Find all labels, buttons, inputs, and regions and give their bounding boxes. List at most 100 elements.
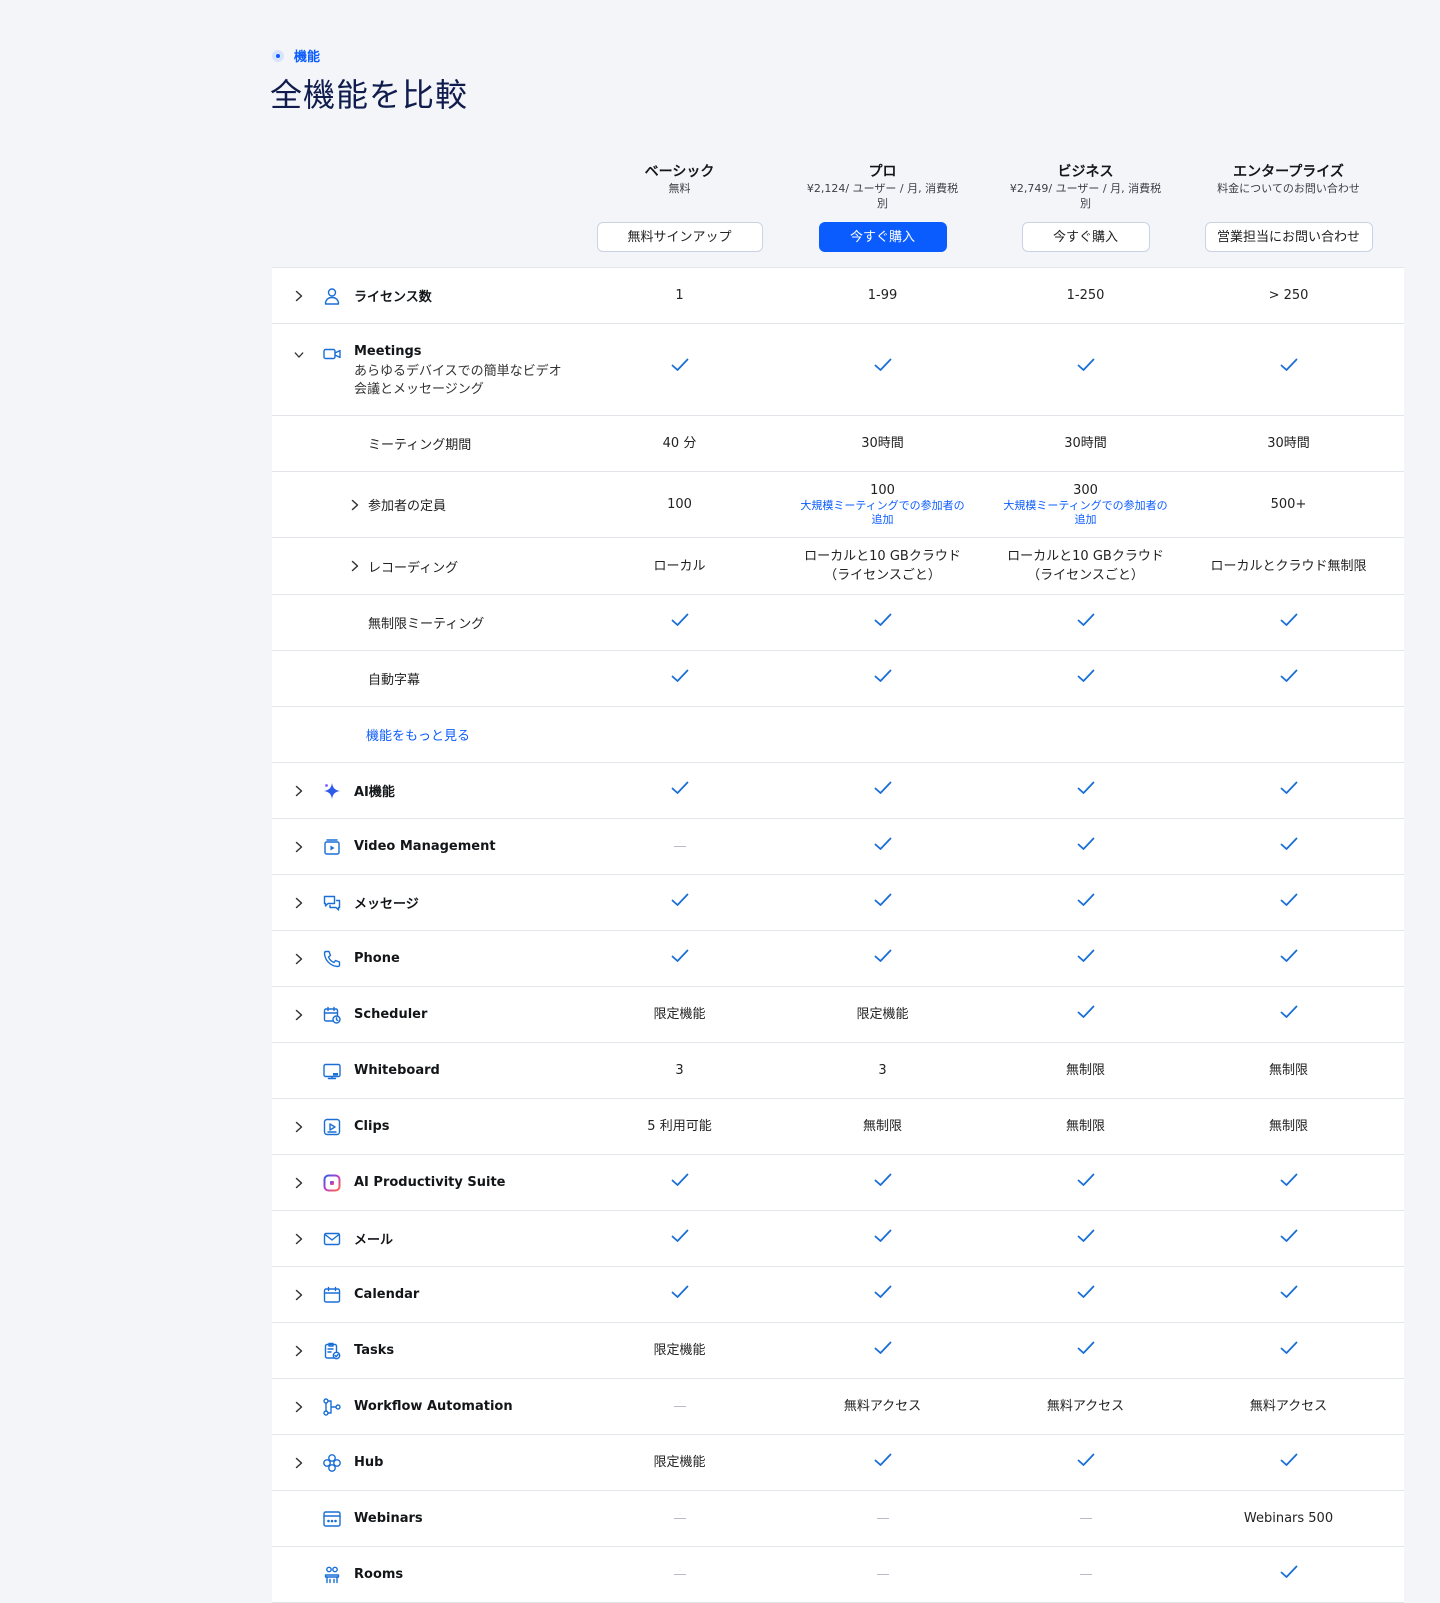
workflow-icon — [322, 1397, 342, 1417]
signup-free-button[interactable]: 無料サインアップ — [596, 222, 763, 252]
cell-value: 限定機能 — [856, 1007, 909, 1022]
chevron-right-icon[interactable] — [294, 1233, 304, 1244]
chevron-right-icon[interactable] — [294, 841, 304, 852]
section-eyebrow: 機能 — [272, 46, 320, 65]
check-icon — [781, 613, 984, 632]
check-icon — [984, 358, 1187, 377]
plan-name: ビジネス — [1057, 164, 1114, 180]
check-icon — [781, 893, 984, 912]
feature-label: AI Productivity Suite — [354, 1175, 506, 1190]
row-hub[interactable]: Hub 限定機能 — [272, 1435, 1404, 1491]
row-participants[interactable]: 参加者の定員 100 100 大規模ミーティングでの参加者の追加 300 大規模ミーティン… — [272, 472, 1404, 538]
cell-number: 300 — [1073, 483, 1098, 498]
row-video-management[interactable]: Video Management — [272, 819, 1404, 875]
check-icon — [781, 1173, 984, 1192]
plan-name: プロ — [868, 164, 897, 180]
row-calendar[interactable]: Calendar — [272, 1267, 1404, 1323]
row-recording[interactable]: レコーディング ローカル ローカルと10 GBクラウド（ライセンスごと） ローカルと1… — [272, 538, 1404, 595]
feature-label: Workflow Automation — [354, 1399, 513, 1414]
cell-value: 無料アクセス — [843, 1399, 922, 1414]
row-ai[interactable]: AI機能 — [272, 763, 1404, 819]
chevron-right-icon[interactable] — [294, 953, 304, 964]
plan-price: 無料 — [668, 182, 691, 195]
check-icon — [578, 1285, 781, 1304]
check-icon — [781, 1229, 984, 1248]
feature-label: メール — [354, 1233, 394, 1248]
check-icon — [781, 358, 984, 377]
row-whiteboard: Whiteboard 3 3 無制限 無制限 — [272, 1043, 1404, 1099]
tasks-icon — [322, 1341, 342, 1361]
check-icon — [1187, 613, 1390, 632]
row-tasks[interactable]: Tasks 限定機能 — [272, 1323, 1404, 1379]
row-scheduler[interactable]: Scheduler 限定機能 限定機能 — [272, 987, 1404, 1043]
cell-value: 1-99 — [867, 288, 898, 303]
chevron-right-icon[interactable] — [294, 785, 304, 796]
chevron-right-icon[interactable] — [294, 897, 304, 908]
scheduler-icon — [322, 1005, 342, 1025]
check-icon — [781, 781, 984, 800]
row-phone[interactable]: Phone — [272, 931, 1404, 987]
check-icon — [1187, 837, 1390, 856]
row-ai-productivity-suite[interactable]: AI Productivity Suite — [272, 1155, 1404, 1211]
sub-feature-label: 自動字幕 — [368, 673, 421, 688]
chevron-down-icon[interactable] — [294, 350, 304, 360]
cell-value: 3 — [878, 1063, 887, 1078]
cell-value: 無制限 — [1065, 1063, 1105, 1078]
check-icon — [1187, 1229, 1390, 1248]
check-icon — [1187, 1005, 1390, 1024]
chevron-right-icon[interactable] — [350, 560, 360, 572]
sub-feature-label: ミーティング期間 — [368, 438, 472, 453]
cell-value: 1 — [675, 288, 684, 303]
not-included-dash — [578, 838, 781, 855]
chevron-right-icon[interactable] — [294, 290, 304, 301]
row-clips[interactable]: Clips 5 利用可能 無制限 無制限 無制限 — [272, 1099, 1404, 1155]
addon-participants-link[interactable]: 大規模ミーティングでの参加者の追加 — [781, 499, 984, 527]
feature-label: Whiteboard — [354, 1063, 440, 1078]
not-included-dash — [578, 1566, 781, 1583]
buy-business-button[interactable]: 今すぐ購入 — [1021, 222, 1150, 252]
row-mail[interactable]: メール — [272, 1211, 1404, 1267]
check-icon — [578, 613, 781, 632]
chevron-right-icon[interactable] — [294, 1401, 304, 1412]
feature-label: Hub — [354, 1455, 384, 1470]
row-see-more: 機能をもっと見る — [272, 707, 1404, 763]
check-icon — [781, 1453, 984, 1472]
contact-sales-button[interactable]: 営業担当にお問い合わせ — [1204, 222, 1373, 252]
row-workflow-automation[interactable]: Workflow Automation 無料アクセス 無料アクセス 無料アクセス — [272, 1379, 1404, 1435]
feature-title: Meetings — [354, 344, 422, 359]
plan-price: ¥2,124/ ユーザー / 月, 消費税別 — [806, 182, 959, 210]
row-webinars: Webinars Webinars 500 — [272, 1491, 1404, 1547]
row-licenses[interactable]: ライセンス数 1 1-99 1-250 > 250 — [272, 268, 1404, 324]
cell-value: ローカルとクラウド無制限 — [1210, 558, 1367, 574]
cell-value: 500+ — [1270, 497, 1307, 512]
not-included-dash — [781, 1566, 984, 1583]
ai-suite-icon — [322, 1173, 342, 1193]
addon-participants-link[interactable]: 大規模ミーティングでの参加者の追加 — [984, 499, 1187, 527]
cell-value: 限定機能 — [653, 1343, 706, 1358]
chevron-right-icon[interactable] — [294, 1345, 304, 1356]
ai-sparkle-icon — [322, 781, 342, 801]
chevron-right-icon[interactable] — [294, 1289, 304, 1300]
eyebrow-label: 機能 — [294, 50, 321, 65]
cell-value: 30時間 — [861, 436, 904, 451]
dot-icon — [272, 49, 284, 62]
chevron-right-icon[interactable] — [294, 1009, 304, 1020]
check-icon — [1187, 669, 1390, 688]
feature-description: あらゆるデバイスでの簡単なビデオ会議とメッセージング — [354, 364, 562, 397]
chevron-right-icon[interactable] — [294, 1177, 304, 1188]
cell-value: 無料アクセス — [1046, 1399, 1125, 1414]
feature-label: Tasks — [354, 1343, 395, 1358]
check-icon — [1187, 1173, 1390, 1192]
calendar-icon — [322, 1285, 342, 1305]
chevron-right-icon[interactable] — [350, 499, 360, 510]
row-unlimited-meetings: 無制限ミーティング — [272, 595, 1404, 651]
clips-icon — [322, 1117, 342, 1137]
chevron-right-icon[interactable] — [294, 1121, 304, 1132]
row-messages[interactable]: メッセージ — [272, 875, 1404, 931]
chevron-right-icon[interactable] — [294, 1457, 304, 1468]
buy-pro-button[interactable]: 今すぐ購入 — [818, 222, 947, 252]
plan-business: ビジネス ¥2,749/ ユーザー / 月, 消費税別 今すぐ購入 — [984, 163, 1187, 252]
check-icon — [984, 1453, 1187, 1472]
see-more-features-link[interactable]: 機能をもっと見る — [366, 725, 470, 744]
row-meetings[interactable]: Meetings あらゆるデバイスでの簡単なビデオ会議とメッセージング — [272, 324, 1404, 416]
